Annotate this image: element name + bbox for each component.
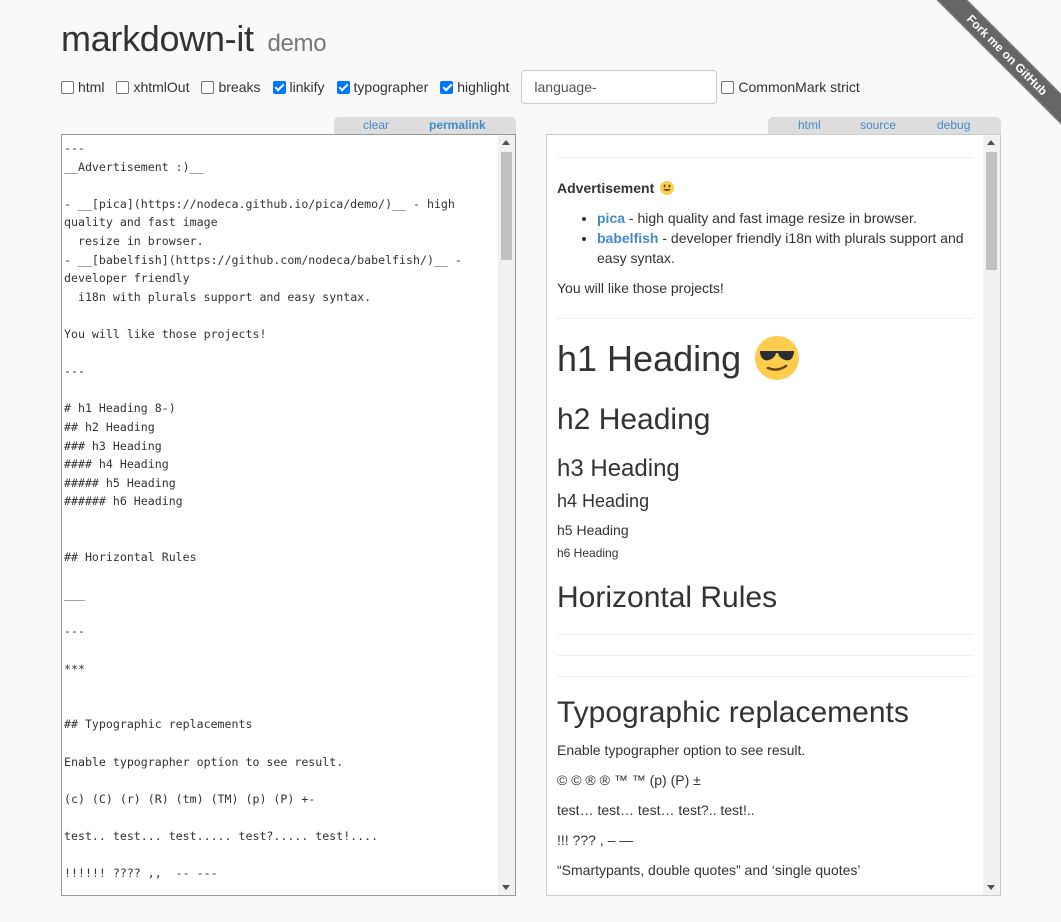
pica-link[interactable]: pica <box>597 210 625 226</box>
source-text[interactable]: --- __Advertisement :)__ - __[pica](http… <box>62 135 515 883</box>
xhtmlout-checkbox[interactable] <box>116 80 130 94</box>
h1-text: h1 Heading <box>557 338 742 379</box>
divider <box>557 634 973 635</box>
scroll-up-icon[interactable] <box>502 140 510 145</box>
babelfish-link[interactable]: babelfish <box>597 230 658 246</box>
list-item-text: - developer friendly i18n with plurals s… <box>658 230 964 246</box>
tab-html[interactable]: html <box>798 118 821 132</box>
result-tabs: html source debug <box>768 117 1001 134</box>
option-html[interactable]: html <box>61 79 104 95</box>
h3-heading: h3 Heading <box>557 455 680 482</box>
h6-heading: h6 Heading <box>557 546 619 560</box>
app-subtitle: demo <box>267 30 327 57</box>
source-tabs: clear permalink <box>334 117 516 134</box>
list-item: babelfish - developer friendly i18n with… <box>597 228 973 268</box>
option-label: typographer <box>353 79 429 95</box>
app-title: markdown-it <box>61 18 254 59</box>
option-typographer[interactable]: typographer <box>336 79 429 95</box>
permalink-link[interactable]: permalink <box>429 118 486 132</box>
scroll-up-icon[interactable] <box>987 140 995 145</box>
divider <box>557 676 973 677</box>
typo-heading: Typographic replacements <box>557 696 909 729</box>
scrollbar-thumb[interactable] <box>986 152 997 270</box>
option-label: highlight <box>457 79 510 95</box>
option-xhtmlout[interactable]: xhtmlOut <box>116 79 189 95</box>
typo-symbols: © © ® ® ™ ™ (p) (P) ± <box>557 772 701 788</box>
sunglasses-emoji-icon <box>755 336 800 381</box>
commonmark-checkbox[interactable] <box>721 80 735 94</box>
list-item-text: easy syntax. <box>597 250 675 266</box>
option-commonmark[interactable]: CommonMark strict <box>721 79 860 95</box>
breaks-checkbox[interactable] <box>201 80 215 94</box>
scrollbar-thumb[interactable] <box>501 152 512 260</box>
page-title: markdown-it demo <box>61 18 327 60</box>
hr-heading: Horizontal Rules <box>557 581 778 614</box>
option-label: CommonMark strict <box>738 79 860 95</box>
source-scrollbar[interactable] <box>498 135 515 895</box>
ad-title: Advertisement <box>557 180 655 196</box>
typo-note: Enable typographer option to see result. <box>557 742 806 758</box>
option-label: html <box>78 79 105 95</box>
option-breaks[interactable]: breaks <box>201 79 261 95</box>
option-label: linkify <box>289 79 325 95</box>
h1-heading: h1 Heading <box>557 336 973 383</box>
option-label: xhtmlOut <box>133 79 190 95</box>
options-bar: html xhtmlOut breaks linkify typographer… <box>61 70 872 104</box>
typo-dots: test… test… test… test?.. test!.. <box>557 802 755 818</box>
clear-link[interactable]: clear <box>363 118 389 132</box>
source-editor[interactable]: --- __Advertisement :)__ - __[pica](http… <box>61 134 516 896</box>
highlight-checkbox[interactable] <box>440 80 454 94</box>
result-preview: Advertisement pica - high quality and fa… <box>546 134 1001 896</box>
like-paragraph: You will like those projects! <box>557 280 724 296</box>
option-highlight[interactable]: highlight <box>440 79 509 95</box>
lang-prefix-input[interactable] <box>521 70 718 104</box>
linkify-checkbox[interactable] <box>272 80 286 94</box>
h5-heading: h5 Heading <box>557 522 629 538</box>
ad-heading: Advertisement <box>557 178 973 198</box>
result-scrollbar[interactable] <box>983 135 1000 895</box>
ad-list: pica - high quality and fast image resiz… <box>557 208 973 268</box>
divider <box>557 655 973 656</box>
list-item: pica - high quality and fast image resiz… <box>597 208 973 228</box>
divider <box>557 157 973 158</box>
typographer-checkbox[interactable] <box>336 80 350 94</box>
github-ribbon-link[interactable]: Fork me on GitHub <box>928 0 1061 134</box>
option-linkify[interactable]: linkify <box>272 79 325 95</box>
tab-source[interactable]: source <box>860 118 896 132</box>
option-label: breaks <box>218 79 261 95</box>
h4-heading: h4 Heading <box>557 491 650 511</box>
scroll-down-icon[interactable] <box>987 885 995 890</box>
h2-heading: h2 Heading <box>557 403 711 436</box>
list-item-text: - high quality and fast image resize in … <box>625 210 917 226</box>
html-checkbox[interactable] <box>61 80 74 94</box>
tab-debug[interactable]: debug <box>937 118 970 132</box>
typo-marks: !!! ??? , – — <box>557 832 634 848</box>
typo-quotes: “Smartypants, double quotes” and ‘single… <box>557 862 861 878</box>
divider <box>557 318 973 319</box>
scroll-down-icon[interactable] <box>502 885 510 890</box>
smiley-emoji-icon <box>660 181 675 196</box>
